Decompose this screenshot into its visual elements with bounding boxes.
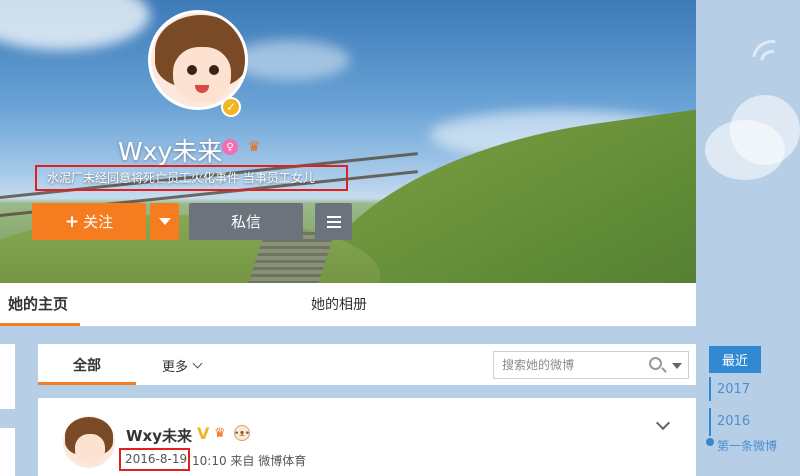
- follow-label: 关注: [83, 213, 114, 231]
- chevron-down-icon: [192, 358, 203, 369]
- post-card: Wxy未来 V ♛ •ᴥ• 2016-8-19 10:10 来自 微博体育: [38, 398, 696, 476]
- search-input[interactable]: [502, 352, 642, 378]
- post-time-source: 10:10 来自 微博体育: [192, 454, 307, 468]
- message-button[interactable]: 私信: [189, 203, 303, 240]
- hamburger-menu-icon: [326, 225, 341, 228]
- tab-home[interactable]: 她的主页: [8, 293, 68, 314]
- chevron-down-icon[interactable]: [655, 415, 671, 431]
- hamburger-menu-icon: [326, 220, 341, 223]
- filter-all-tab[interactable]: 全部: [38, 344, 136, 385]
- timeline-dot: [706, 438, 714, 446]
- post-avatar[interactable]: [63, 416, 115, 468]
- post-author-name[interactable]: Wxy未来: [126, 425, 192, 446]
- search-box: [493, 351, 689, 379]
- chevron-down-icon: [158, 218, 171, 225]
- avatar-face: [173, 47, 231, 103]
- timeline-first-post[interactable]: 第一条微博: [717, 437, 777, 454]
- post-date[interactable]: 2016-8-19: [119, 448, 190, 471]
- search-icon[interactable]: [649, 357, 662, 370]
- avatar-eye: [209, 65, 219, 75]
- female-icon: ♀: [222, 139, 238, 155]
- avatar-eye: [187, 65, 197, 75]
- pet-icon[interactable]: •ᴥ•: [234, 425, 250, 441]
- member-crown-icon[interactable]: ♛: [245, 138, 263, 156]
- avatar-face: [75, 434, 105, 464]
- cloud-decoration: [0, 0, 150, 50]
- member-crown-icon[interactable]: ♛: [214, 426, 226, 441]
- active-tab-indicator: [0, 323, 80, 326]
- verified-v-icon: V: [197, 424, 210, 443]
- plus-icon: +: [64, 211, 80, 232]
- timeline-line: [709, 377, 711, 401]
- timeline-recent[interactable]: 最近: [709, 346, 761, 373]
- cloud-decoration: [230, 40, 350, 80]
- active-filter-indicator: [38, 382, 136, 385]
- timeline-line: [709, 408, 711, 436]
- chevron-down-icon[interactable]: [672, 363, 682, 369]
- timeline-year[interactable]: 2017: [717, 382, 750, 397]
- profile-cover: [0, 0, 696, 283]
- profile-avatar[interactable]: [148, 10, 248, 110]
- more-menu-button[interactable]: [315, 203, 352, 240]
- feed-filter-bar: 全部 更多: [38, 344, 696, 385]
- tab-album[interactable]: 她的相册: [311, 294, 367, 314]
- follow-button[interactable]: + 关注: [32, 203, 146, 240]
- cloud-decoration: [730, 95, 800, 165]
- hamburger-menu-icon: [326, 215, 341, 218]
- filter-more-label: 更多: [162, 360, 189, 375]
- profile-description: 水泥厂未经同意将死亡员工火化事件 当事员工女儿: [35, 165, 348, 191]
- left-sidebar-card: [0, 344, 15, 409]
- left-sidebar-card: [0, 428, 15, 476]
- follow-dropdown-button[interactable]: [150, 203, 179, 240]
- check-verified-icon: ✓: [221, 97, 241, 117]
- timeline-year[interactable]: 2016: [717, 414, 750, 429]
- profile-tabbar: 她的主页 她的相册: [0, 283, 696, 326]
- profile-name: Wxy未来: [118, 137, 223, 166]
- filter-more-dropdown[interactable]: 更多: [162, 356, 203, 375]
